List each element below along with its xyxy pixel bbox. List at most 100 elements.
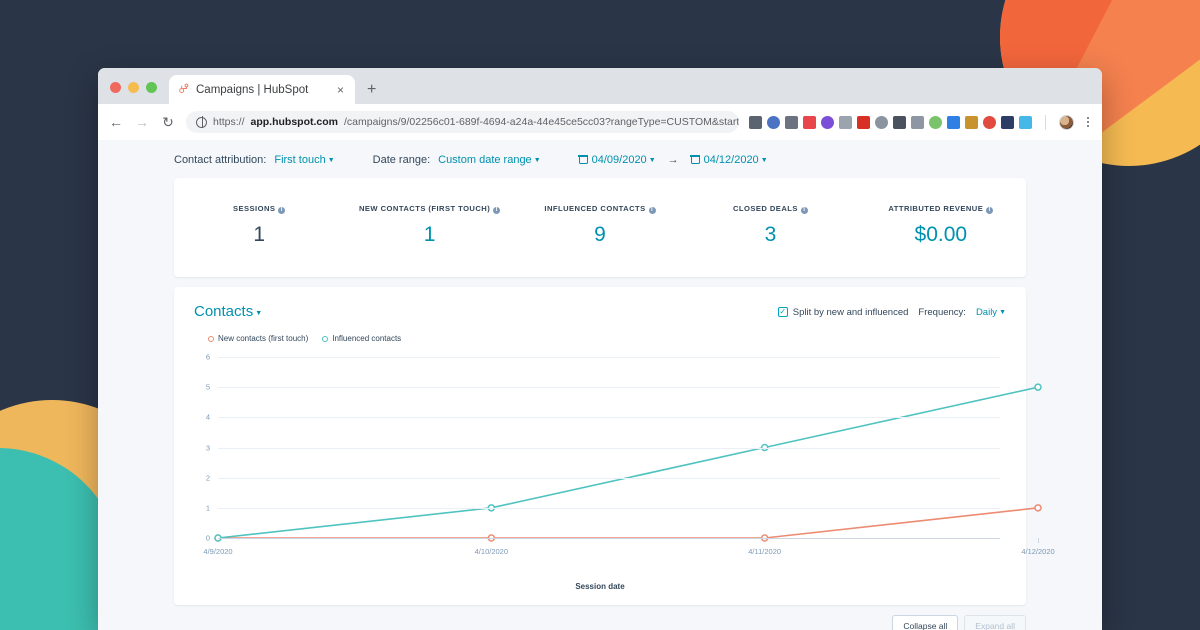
extension-icon-10[interactable] <box>910 115 924 129</box>
kpi-stat-value: 1 <box>423 223 436 246</box>
avatar[interactable] <box>1058 114 1074 130</box>
info-icon[interactable]: i <box>493 206 501 214</box>
extension-icon-15[interactable] <box>1000 115 1014 129</box>
extension-icon-8[interactable] <box>874 115 888 129</box>
end-date-picker[interactable]: 04/12/2020 ▼ <box>690 154 768 166</box>
expand-all-button: Expand all <box>964 615 1026 630</box>
extension-icon-row <box>748 115 1032 129</box>
browser-window: Campaigns | HubSpot × + ← → ↻ https:// ap… <box>98 68 1102 630</box>
y-axis-tick-label: 0 <box>205 533 210 543</box>
card-action-row: Collapse all Expand all <box>174 615 1026 630</box>
chevron-down-icon: ▼ <box>327 157 335 164</box>
date-range-separator: → <box>667 154 679 166</box>
chart-gridline <box>218 387 1000 389</box>
back-button[interactable]: ← <box>108 115 124 129</box>
window-traffic-lights <box>110 82 157 104</box>
extension-icon-6[interactable] <box>838 115 852 129</box>
kpi-stat-label: SESSIONS i <box>174 204 344 214</box>
chart-data-point[interactable] <box>1034 504 1042 512</box>
chart-header-controls: ✓ Split by new and influenced Frequency:… <box>777 306 1006 318</box>
minimize-window-button[interactable] <box>128 82 139 93</box>
date-range-value: Custom date range <box>438 154 532 166</box>
chart-svg <box>214 383 1042 542</box>
extension-icon-14[interactable] <box>982 115 996 129</box>
y-axis-tick-label: 4 <box>205 412 210 422</box>
extension-icon-2[interactable] <box>766 115 780 129</box>
new-tab-button[interactable]: + <box>367 82 376 104</box>
legend-item[interactable]: New contacts (first touch) <box>208 334 308 343</box>
browser-tab-strip: Campaigns | HubSpot × + <box>98 68 1102 104</box>
y-axis-tick-label: 1 <box>205 503 210 513</box>
extension-icon-5[interactable] <box>820 115 834 129</box>
chart-gridline <box>218 477 1000 479</box>
browser-tab-title: Campaigns | HubSpot <box>196 83 309 96</box>
forward-button: → <box>135 114 149 130</box>
kpi-stat: SESSIONS i 1 <box>174 204 344 247</box>
chart-metric-dropdown[interactable]: Contacts ▼ <box>194 303 262 321</box>
kpi-stat: CLOSED DEALS i 3 <box>685 204 855 247</box>
frequency-value: Daily <box>975 306 998 318</box>
legend-label: Influenced contacts <box>332 334 402 343</box>
address-bar[interactable]: https:// app.hubspot.com/campaigns/9/0225… <box>186 111 739 133</box>
close-tab-icon[interactable]: × <box>335 84 346 96</box>
extension-icon-13[interactable] <box>964 115 978 129</box>
legend-marker-icon <box>322 335 329 342</box>
x-axis-tick <box>1038 538 1039 543</box>
date-range-label: Date range: <box>372 154 431 166</box>
chevron-down-icon: ▼ <box>648 157 656 164</box>
x-axis-tick-label: 4/10/2020 <box>474 547 509 556</box>
hubspot-sprocket-icon <box>178 83 189 97</box>
chart-gridline <box>218 357 1000 358</box>
kpi-stat-label: CLOSED DEALS i <box>685 204 855 214</box>
kpi-stat-value: 3 <box>764 223 777 246</box>
split-by-new-and-influenced-toggle[interactable]: ✓ Split by new and influenced <box>777 307 908 318</box>
checkbox-icon: ✓ <box>777 307 788 317</box>
chevron-down-icon: ▼ <box>255 310 263 317</box>
extension-icon-4[interactable] <box>802 115 816 129</box>
chart-header: Contacts ▼ ✓ Split by new and influenced … <box>194 303 1006 321</box>
extension-icon-16[interactable] <box>1018 115 1032 129</box>
y-axis-tick-label: 2 <box>205 473 210 483</box>
chart-data-point[interactable] <box>1034 383 1042 391</box>
url-host: app.hubspot.com <box>250 116 339 128</box>
chart-gridline <box>218 507 1000 509</box>
collapse-all-button[interactable]: Collapse all <box>892 615 959 630</box>
reload-button[interactable]: ↻ <box>160 115 176 129</box>
browser-menu-button[interactable] <box>1084 116 1093 128</box>
toolbar-divider <box>1044 114 1046 130</box>
legend-label: New contacts (first touch) <box>218 334 309 343</box>
url-path: /campaigns/9/02256c01-689f-4694-a24a-44e… <box>344 116 739 128</box>
frequency-label: Frequency: <box>918 306 966 318</box>
kpi-stat-label: NEW CONTACTS (FIRST TOUCH) i <box>344 204 514 214</box>
extension-icon-1[interactable] <box>748 115 762 129</box>
chart-legend: New contacts (first touch) Influenced con… <box>208 334 1006 343</box>
chart-gridline <box>218 447 1000 449</box>
close-window-button[interactable] <box>110 82 121 93</box>
extension-icon-12[interactable] <box>946 115 960 129</box>
extension-icon-7[interactable] <box>856 115 870 129</box>
info-icon[interactable]: i <box>278 206 286 214</box>
chevron-down-icon: ▼ <box>999 308 1006 316</box>
legend-item[interactable]: Influenced contacts <box>322 334 401 343</box>
y-axis-tick-label: 5 <box>205 382 210 392</box>
kpi-stat-value: 1 <box>253 223 266 246</box>
kpi-stat-label: INFLUENCED CONTACTS i <box>515 204 685 214</box>
info-icon[interactable]: i <box>986 206 994 214</box>
kpi-stat: ATTRIBUTED REVENUE i $0.00 <box>856 204 1026 247</box>
browser-tab[interactable]: Campaigns | HubSpot × <box>169 75 355 104</box>
contact-attribution-value: First touch <box>274 154 326 166</box>
info-icon[interactable]: i <box>648 206 656 214</box>
kpi-stat-value: 9 <box>594 223 606 246</box>
date-range-dropdown[interactable]: Custom date range ▼ <box>438 154 541 166</box>
calendar-icon <box>690 154 700 164</box>
contact-attribution-dropdown[interactable]: First touch ▼ <box>274 154 334 166</box>
kpi-stat-label: ATTRIBUTED REVENUE i <box>856 204 1026 214</box>
extension-icon-9[interactable] <box>892 115 906 129</box>
start-date-picker[interactable]: 04/09/2020 ▼ <box>578 154 656 166</box>
extension-icon-11[interactable] <box>928 115 942 129</box>
end-date-value: 04/12/2020 <box>703 154 759 166</box>
maximize-window-button[interactable] <box>146 82 157 93</box>
extension-icon-3[interactable] <box>784 115 798 129</box>
frequency-dropdown[interactable]: Daily ▼ <box>976 307 1006 318</box>
info-icon[interactable]: i <box>800 206 808 214</box>
